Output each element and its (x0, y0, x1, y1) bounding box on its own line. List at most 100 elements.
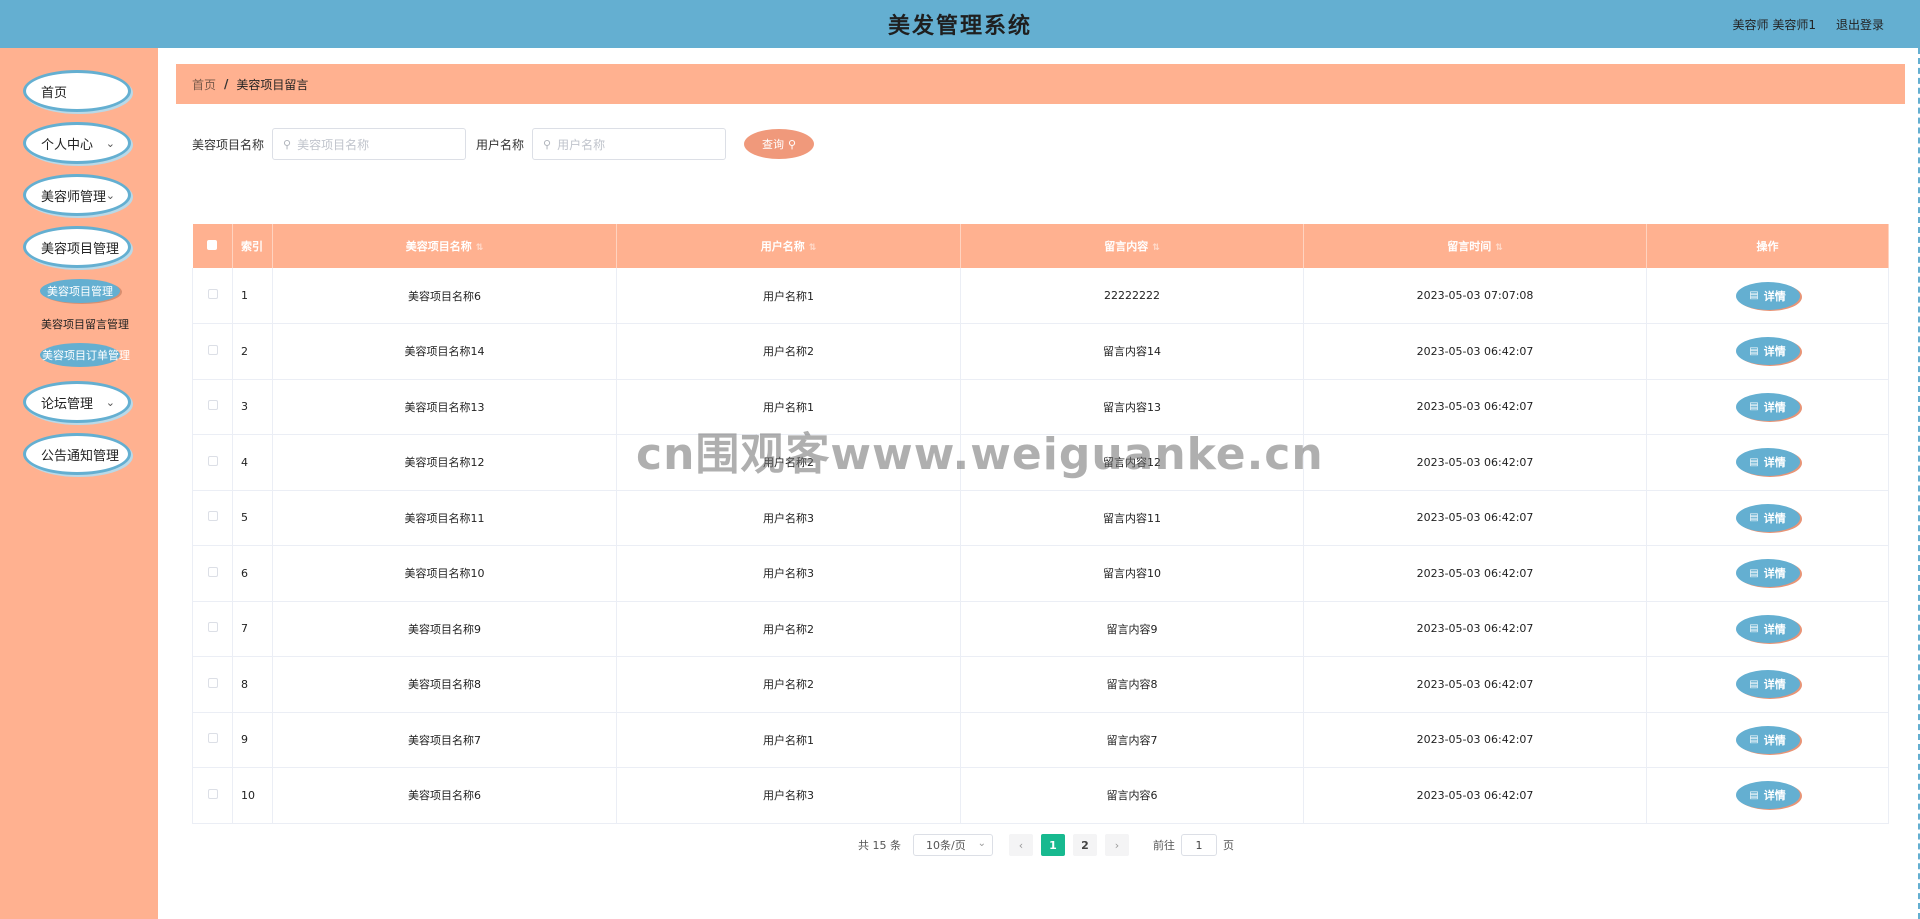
sidebar-item-personal-center[interactable]: 个人中心 ⌄ (23, 122, 131, 164)
detail-button[interactable]: ▤ 详情 (1735, 281, 1800, 310)
detail-button[interactable]: ▤ 详情 (1735, 392, 1800, 421)
project-name-input[interactable]: ⚲ 美容项目名称 (272, 128, 467, 160)
detail-button[interactable]: ▤ 详情 (1735, 559, 1800, 588)
row-checkbox[interactable] (207, 400, 218, 411)
submenu-project-message-management[interactable]: 美容项目留言管理 (41, 316, 129, 332)
detail-button[interactable]: ▤ 详情 (1735, 670, 1800, 699)
sidebar-item-forum-management[interactable]: 论坛管理 ⌄ (23, 381, 131, 423)
cell-project: 美容项目名称8 (272, 656, 617, 712)
cell-index: 10 (232, 767, 273, 823)
sidebar-item-project-management[interactable]: 美容项目管理 (23, 226, 131, 268)
detail-button[interactable]: ▤ 详情 (1735, 337, 1800, 366)
detail-button-label: 详情 (1763, 511, 1786, 525)
row-checkbox[interactable] (207, 289, 218, 299)
detail-button-label: 详情 (1763, 345, 1786, 359)
row-checkbox[interactable] (207, 511, 218, 522)
chevron-down-icon: ⌄ (105, 189, 115, 202)
detail-button[interactable]: ▤ 详情 (1735, 614, 1800, 643)
cell-actions: ▤ 详情 (1646, 545, 1889, 601)
cell-content: 留言内容11 (960, 490, 1304, 546)
document-icon: ▤ (1749, 567, 1759, 579)
column-header-project[interactable]: 美容项目名称 ⇅ (272, 224, 617, 268)
table-row: 6 美容项目名称10 用户名称3 留言内容10 2023-05-03 06:42… (192, 545, 1889, 601)
select-all-cell (192, 224, 233, 268)
row-select-cell (192, 712, 233, 768)
submenu-project-order-management[interactable]: 美容项目订单管理 (40, 343, 130, 367)
row-checkbox[interactable] (207, 344, 218, 355)
cell-time: 2023-05-03 06:42:07 (1303, 712, 1647, 768)
breadcrumb-separator: / (224, 77, 229, 91)
cell-content: 留言内容14 (960, 323, 1304, 379)
row-select-cell (192, 268, 233, 324)
breadcrumb-home[interactable]: 首页 (192, 76, 216, 93)
project-name-placeholder: 美容项目名称 (297, 137, 370, 152)
app-title: 美发管理系统 (887, 14, 1032, 39)
cell-index: 5 (232, 490, 273, 546)
goto-page-input[interactable]: 1 (1181, 834, 1217, 856)
submenu-project-management[interactable]: 美容项目管理 (40, 279, 120, 303)
sidebar-item-home[interactable]: 首页 (23, 70, 131, 112)
cell-index: 4 (232, 434, 273, 490)
prev-page-button[interactable]: ‹ (1009, 834, 1033, 856)
table-row: 3 美容项目名称13 用户名称1 留言内容13 2023-05-03 06:42… (192, 379, 1889, 435)
column-header-time[interactable]: 留言时间 ⇅ (1303, 224, 1647, 268)
sort-icon[interactable]: ⇅ (476, 243, 484, 253)
cell-actions: ▤ 详情 (1646, 767, 1889, 823)
cell-project: 美容项目名称14 (272, 323, 617, 379)
detail-button[interactable]: ▤ 详情 (1735, 448, 1800, 477)
pagination: 共 15 条 10条/页 ⌄ ‹ 1 2 › 前往 1 页 (858, 833, 1234, 857)
detail-button[interactable]: ▤ 详情 (1735, 503, 1800, 532)
cell-user: 用户名称2 (616, 434, 961, 490)
row-checkbox[interactable] (207, 788, 218, 799)
document-icon: ▤ (1749, 512, 1759, 524)
logout-link[interactable]: 退出登录 (1836, 16, 1884, 33)
cell-project: 美容项目名称11 (272, 490, 617, 546)
chevron-left-icon: ‹ (1018, 838, 1024, 852)
column-header-content[interactable]: 留言内容 ⇅ (960, 224, 1304, 268)
row-select-cell (192, 434, 233, 490)
cell-user: 用户名称2 (616, 601, 961, 657)
table-row: 7 美容项目名称9 用户名称2 留言内容9 2023-05-03 06:42:0… (192, 601, 1889, 657)
breadcrumb: 首页 / 美容项目留言 (176, 64, 1905, 104)
sidebar-item-beautician-management[interactable]: 美容师管理 ⌄ (23, 174, 131, 216)
sidebar-item-label: 美容师管理 (41, 189, 107, 205)
cell-index: 8 (232, 656, 273, 712)
sort-icon[interactable]: ⇅ (1152, 243, 1160, 253)
sidebar-item-label: 公告通知管理 (41, 448, 120, 464)
cell-actions: ▤ 详情 (1646, 490, 1889, 546)
column-header-label: 留言时间 (1447, 240, 1492, 253)
row-checkbox[interactable] (207, 622, 218, 633)
query-button-label: 查询 (762, 138, 784, 151)
column-header-user[interactable]: 用户名称 ⇅ (616, 224, 961, 268)
table-header-row: 索引 美容项目名称 ⇅ 用户名称 ⇅ 留言内容 ⇅ 留言时间 ⇅ 操作 (192, 224, 1889, 268)
cell-content: 留言内容10 (960, 545, 1304, 601)
document-icon: ▤ (1749, 678, 1759, 690)
row-checkbox[interactable] (207, 566, 218, 577)
page-button-1[interactable]: 1 (1041, 834, 1065, 856)
cell-project: 美容项目名称13 (272, 379, 617, 435)
cell-content: 留言内容12 (960, 434, 1304, 490)
sort-icon[interactable]: ⇅ (809, 243, 817, 253)
select-all-checkbox[interactable] (207, 239, 218, 250)
page-button-2[interactable]: 2 (1073, 834, 1097, 856)
table-row: 8 美容项目名称8 用户名称2 留言内容8 2023-05-03 06:42:0… (192, 656, 1889, 712)
next-page-button[interactable]: › (1105, 834, 1129, 856)
cell-actions: ▤ 详情 (1646, 379, 1889, 435)
cell-user: 用户名称3 (616, 545, 961, 601)
detail-button-label: 详情 (1763, 400, 1786, 414)
row-checkbox[interactable] (207, 733, 218, 744)
row-checkbox[interactable] (207, 677, 218, 688)
sidebar-item-notice-management[interactable]: 公告通知管理 (23, 433, 131, 475)
row-checkbox[interactable] (207, 455, 218, 466)
detail-button[interactable]: ▤ 详情 (1735, 781, 1800, 810)
search-icon: ⚲ (283, 137, 292, 151)
page-size-select[interactable]: 10条/页 ⌄ (913, 834, 993, 856)
table-row: 4 美容项目名称12 用户名称2 留言内容12 2023-05-03 06:42… (192, 434, 1889, 490)
cell-content: 留言内容7 (960, 712, 1304, 768)
sort-icon[interactable]: ⇅ (1495, 243, 1503, 253)
user-name-input[interactable]: ⚲ 用户名称 (532, 128, 727, 160)
query-button[interactable]: 查询 ⚲ (744, 129, 815, 159)
detail-button[interactable]: ▤ 详情 (1735, 725, 1800, 754)
cell-index: 9 (232, 712, 273, 768)
cell-index: 7 (232, 601, 273, 657)
